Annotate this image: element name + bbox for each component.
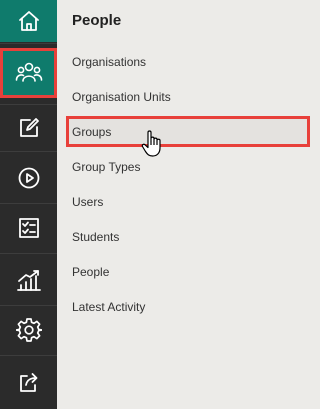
rail-reports-button[interactable] bbox=[0, 258, 57, 302]
people-icon bbox=[15, 60, 43, 86]
edit-icon bbox=[17, 116, 41, 140]
play-icon bbox=[17, 166, 41, 190]
panel-title: People bbox=[72, 12, 122, 29]
rail-checklist-button[interactable] bbox=[0, 206, 57, 250]
rail-people-button[interactable] bbox=[0, 48, 57, 98]
rail-divider bbox=[0, 253, 57, 254]
menu-item-group-types[interactable]: Group Types bbox=[66, 151, 310, 182]
gear-icon bbox=[15, 317, 42, 343]
icon-rail bbox=[0, 0, 57, 409]
export-icon bbox=[17, 370, 41, 394]
rail-divider bbox=[0, 151, 57, 152]
menu-item-people[interactable]: People bbox=[66, 256, 310, 287]
people-submenu: People Organisations Organisation Units … bbox=[57, 0, 317, 409]
menu-item-organisation-units[interactable]: Organisation Units bbox=[66, 81, 310, 112]
menu-item-groups[interactable]: Groups bbox=[66, 116, 310, 147]
rail-settings-button[interactable] bbox=[0, 308, 57, 352]
home-icon bbox=[17, 9, 41, 33]
menu-item-users[interactable]: Users bbox=[66, 186, 310, 217]
rail-divider bbox=[0, 203, 57, 204]
menu-item-organisations[interactable]: Organisations bbox=[66, 46, 310, 77]
chart-icon bbox=[16, 268, 42, 292]
rail-divider bbox=[0, 43, 57, 44]
rail-divider bbox=[0, 305, 57, 306]
rail-divider bbox=[0, 104, 57, 105]
rail-edit-button[interactable] bbox=[0, 106, 57, 150]
menu-item-students[interactable]: Students bbox=[66, 221, 310, 252]
rail-divider bbox=[0, 355, 57, 356]
rail-play-button[interactable] bbox=[0, 156, 57, 200]
menu-item-latest-activity[interactable]: Latest Activity bbox=[66, 291, 310, 322]
checklist-icon bbox=[17, 216, 41, 240]
rail-export-button[interactable] bbox=[0, 360, 57, 404]
rail-home-button[interactable] bbox=[0, 0, 57, 42]
